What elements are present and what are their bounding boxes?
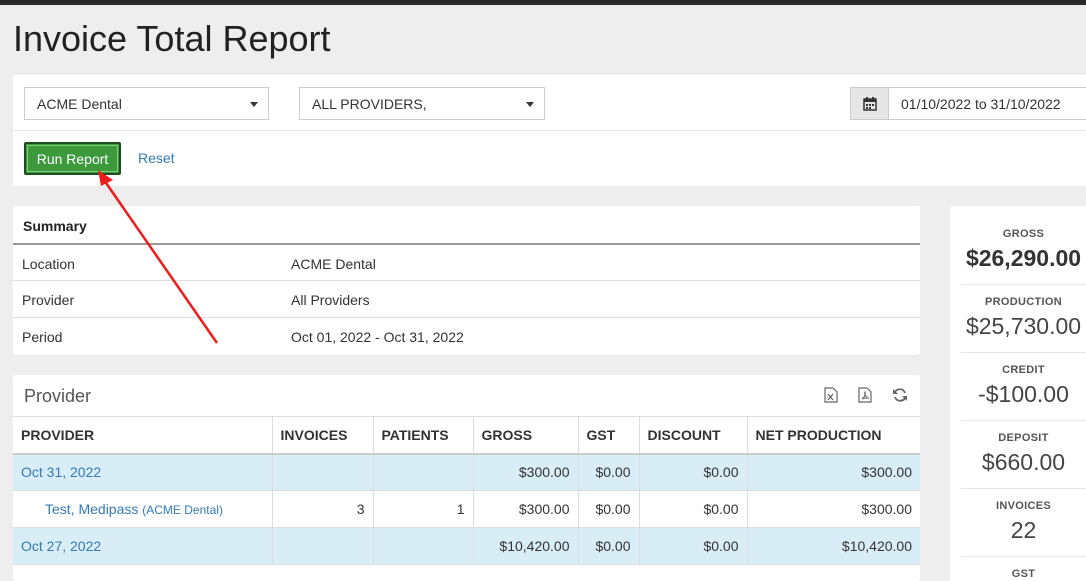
calendar-icon[interactable] [850, 87, 889, 120]
table-header-row: PROVIDER INVOICES PATIENTS GROSS GST DIS… [13, 416, 920, 455]
location-select-value: ACME Dental [37, 96, 122, 112]
patients-cell: 1 [373, 490, 474, 528]
caret-down-icon [526, 102, 534, 107]
gst-cell: $0.00 [578, 527, 640, 565]
summary-key: Location [22, 256, 75, 272]
column-header[interactable]: GROSS [473, 416, 579, 455]
stat-label: CREDIT [1002, 364, 1045, 376]
gross-cell: $300.00 [473, 490, 579, 528]
stat-value: $26,290.00 [965, 245, 1082, 271]
summary-heading: Summary [23, 218, 87, 234]
column-header[interactable]: NET PRODUCTION [747, 416, 920, 455]
column-header[interactable]: PROVIDER [13, 416, 273, 455]
column-header[interactable]: GST [578, 416, 640, 455]
caret-down-icon [250, 102, 258, 107]
summary-row-provider: Provider All Providers [13, 280, 920, 317]
stat-value: $25,730.00 [965, 313, 1082, 339]
summary-key: Provider [22, 292, 75, 308]
excel-export-icon[interactable] [824, 387, 840, 403]
date-group-link[interactable]: Oct 31, 2022 [13, 453, 273, 491]
gross-cell: $300.00 [473, 453, 579, 491]
page-title: Invoice Total Report [13, 18, 331, 59]
stat-divider [961, 420, 1086, 421]
column-header[interactable]: DISCOUNT [639, 416, 748, 455]
date-range-input[interactable]: 01/10/2022 to 31/10/2022 [888, 87, 1086, 120]
provider-panel-title: Provider [24, 386, 92, 406]
stat-credit: CREDIT -$100.00 [961, 364, 1086, 408]
invoices-cell [272, 527, 374, 565]
run-report-button[interactable]: Run Report [24, 142, 121, 175]
stat-label: INVOICES [996, 500, 1051, 512]
invoices-cell: 3 [272, 490, 374, 528]
summary-value: ACME Dental [291, 256, 376, 272]
gst-cell: $0.00 [578, 453, 640, 491]
gross-cell: $10,420.00 [473, 527, 579, 565]
discount-cell: $0.00 [639, 453, 748, 491]
filter-panel: ACME Dental ALL PROVIDERS, 01/10/2022 to… [13, 75, 1086, 186]
stat-label: DEPOSIT [998, 432, 1049, 444]
discount-cell: $0.00 [639, 527, 748, 565]
net-production-cell: $300.00 [747, 490, 920, 528]
table-row: Oct 27, 2022 $10,420.00 $0.00 $0.00 $10,… [13, 527, 920, 565]
stat-value: -$100.00 [978, 381, 1069, 407]
stat-deposit: DEPOSIT $660.00 [961, 432, 1086, 476]
stat-label: PRODUCTION [985, 296, 1062, 308]
net-production-cell: $10,420.00 [747, 527, 920, 565]
top-bar [0, 0, 1086, 5]
summary-row-location: Location ACME Dental [13, 243, 920, 280]
summary-panel: Summary Location ACME Dental Provider Al… [13, 206, 920, 355]
discount-cell: $0.00 [639, 490, 748, 528]
stat-label: GST [1011, 568, 1036, 580]
table-row: Test, Medipass (ACME Dental) 3 1 $300.00… [13, 490, 920, 528]
patients-cell [373, 527, 474, 565]
stat-value: 22 [1010, 517, 1037, 543]
provider-table: PROVIDER INVOICES PATIENTS GROSS GST DIS… [13, 416, 920, 565]
stat-divider [961, 352, 1086, 353]
summary-value: All Providers [291, 292, 370, 308]
provider-location: (ACME Dental) [142, 503, 223, 517]
column-header[interactable]: INVOICES [272, 416, 374, 455]
totals-sidebar: GROSS $26,290.00 PRODUCTION $25,730.00 C… [950, 206, 1086, 581]
invoices-cell [272, 453, 374, 491]
export-toolbar [824, 387, 908, 403]
provider-select[interactable]: ALL PROVIDERS, [299, 87, 545, 120]
stat-divider [961, 556, 1086, 557]
filter-divider [13, 130, 1086, 131]
provider-panel: Provider PROVIDER INVOICES PATIENTS GROS… [13, 375, 920, 581]
stat-invoices: INVOICES 22 [961, 500, 1086, 544]
net-production-cell: $300.00 [747, 453, 920, 491]
table-row: Oct 31, 2022 $300.00 $0.00 $0.00 $300.00 [13, 453, 920, 491]
date-group-link[interactable]: Oct 27, 2022 [13, 527, 273, 565]
provider-select-value: ALL PROVIDERS, [312, 96, 427, 112]
reset-link[interactable]: Reset [138, 150, 175, 166]
stat-gross: GROSS $26,290.00 [961, 228, 1086, 272]
summary-value: Oct 01, 2022 - Oct 31, 2022 [291, 329, 464, 345]
summary-row-period: Period Oct 01, 2022 - Oct 31, 2022 [13, 317, 920, 354]
stat-divider [961, 488, 1086, 489]
patients-cell [373, 453, 474, 491]
refresh-icon[interactable] [892, 387, 908, 403]
stat-gst: GST [961, 568, 1086, 580]
stat-label: GROSS [1002, 228, 1045, 240]
summary-key: Period [22, 329, 63, 345]
date-range-picker[interactable]: 01/10/2022 to 31/10/2022 [850, 87, 1086, 120]
provider-link[interactable]: Test, Medipass (ACME Dental) [13, 490, 273, 528]
provider-name[interactable]: Test, Medipass [45, 501, 138, 517]
stat-divider [961, 284, 1086, 285]
stat-production: PRODUCTION $25,730.00 [961, 296, 1086, 340]
location-select[interactable]: ACME Dental [24, 87, 269, 120]
stat-value: $660.00 [981, 449, 1066, 475]
column-header[interactable]: PATIENTS [373, 416, 474, 455]
gst-cell: $0.00 [578, 490, 640, 528]
pdf-export-icon[interactable] [858, 387, 874, 403]
